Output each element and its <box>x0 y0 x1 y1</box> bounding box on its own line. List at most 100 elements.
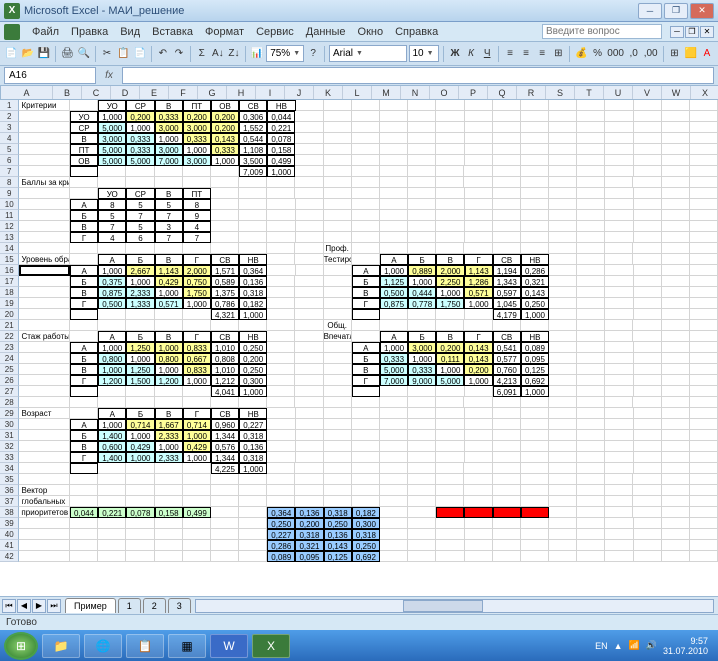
cell[interactable]: 0,136 <box>324 529 352 540</box>
col-header[interactable]: H <box>227 86 256 99</box>
cell[interactable] <box>465 221 493 232</box>
cell[interactable] <box>662 331 690 342</box>
cell[interactable]: 0,200 <box>239 353 267 364</box>
cell[interactable]: Г <box>464 254 492 265</box>
cell[interactable]: УО <box>98 100 126 111</box>
cell[interactable]: СР <box>70 122 98 133</box>
cell[interactable] <box>183 397 211 408</box>
cell[interactable] <box>436 463 464 474</box>
cell[interactable] <box>352 496 380 507</box>
row-header[interactable]: 2 <box>0 111 19 122</box>
cell[interactable] <box>295 155 323 166</box>
cell[interactable]: 0,143 <box>324 540 352 551</box>
cell[interactable] <box>324 386 352 397</box>
sum-icon[interactable]: Σ <box>195 45 209 63</box>
cell[interactable] <box>690 518 718 529</box>
cell[interactable] <box>605 254 633 265</box>
cell[interactable] <box>380 485 408 496</box>
cell[interactable] <box>324 232 352 243</box>
cell[interactable] <box>549 485 577 496</box>
cell[interactable] <box>662 298 690 309</box>
cell[interactable] <box>662 386 690 397</box>
cell[interactable]: ОВ <box>70 155 98 166</box>
cell[interactable] <box>436 100 464 111</box>
cell[interactable] <box>605 100 633 111</box>
cell[interactable] <box>634 518 662 529</box>
cell[interactable] <box>690 221 718 232</box>
cell[interactable] <box>19 133 70 144</box>
close-button[interactable]: ✕ <box>690 3 714 19</box>
cell[interactable] <box>239 243 267 254</box>
cell[interactable] <box>521 463 549 474</box>
cell[interactable] <box>436 551 464 562</box>
cell[interactable] <box>436 529 464 540</box>
cell[interactable]: 0,200 <box>436 342 464 353</box>
cell[interactable] <box>380 430 408 441</box>
cell[interactable] <box>493 166 521 177</box>
cell[interactable] <box>211 243 239 254</box>
cell[interactable] <box>493 122 521 133</box>
cell[interactable] <box>211 397 239 408</box>
cell[interactable] <box>155 463 183 474</box>
cell[interactable]: А <box>380 254 408 265</box>
cell[interactable] <box>577 408 605 419</box>
cell[interactable] <box>605 287 633 298</box>
cell[interactable] <box>549 353 577 364</box>
row-header[interactable]: 14 <box>0 243 19 254</box>
row-header[interactable]: 1 <box>0 100 19 111</box>
col-header[interactable]: C <box>82 86 111 99</box>
col-header[interactable]: V <box>633 86 662 99</box>
cell[interactable] <box>19 287 70 298</box>
cell[interactable] <box>662 199 690 210</box>
cell[interactable]: 0,250 <box>239 342 267 353</box>
cell[interactable] <box>296 452 324 463</box>
cell[interactable] <box>380 122 408 133</box>
cell[interactable]: В <box>352 287 380 298</box>
cell[interactable]: 5 <box>155 199 183 210</box>
cell[interactable] <box>577 265 605 276</box>
cell[interactable] <box>380 166 408 177</box>
cell[interactable] <box>155 485 183 496</box>
cell[interactable] <box>211 232 239 243</box>
row-header[interactable]: 8 <box>0 177 19 188</box>
cell[interactable]: СВ <box>493 331 521 342</box>
cell[interactable] <box>465 419 493 430</box>
cell[interactable] <box>295 309 323 320</box>
cell[interactable] <box>267 364 295 375</box>
cell[interactable]: 0,429 <box>126 441 154 452</box>
cell[interactable] <box>267 276 295 287</box>
cell[interactable] <box>577 177 605 188</box>
tab-next-icon[interactable]: ▶ <box>32 599 46 613</box>
cell[interactable] <box>352 210 380 221</box>
cell[interactable]: 0,318 <box>295 529 323 540</box>
cell[interactable]: 0,571 <box>464 287 492 298</box>
cell[interactable] <box>577 375 605 386</box>
cell[interactable] <box>662 320 690 331</box>
cell[interactable] <box>577 430 605 441</box>
cell[interactable] <box>605 540 633 551</box>
cell[interactable] <box>408 221 436 232</box>
cell[interactable]: 1,000 <box>155 342 183 353</box>
cell[interactable]: 0,136 <box>239 276 267 287</box>
cell[interactable]: 0,589 <box>211 276 239 287</box>
cell[interactable] <box>662 155 690 166</box>
cell[interactable] <box>19 474 70 485</box>
cell[interactable] <box>493 441 521 452</box>
cell[interactable] <box>577 309 605 320</box>
cell[interactable]: 7,000 <box>380 375 408 386</box>
cell[interactable] <box>211 177 239 188</box>
cell[interactable] <box>155 177 183 188</box>
cell[interactable]: 2,333 <box>155 452 183 463</box>
cell[interactable] <box>295 144 323 155</box>
cell[interactable] <box>408 408 436 419</box>
cell[interactable]: 1,000 <box>183 375 211 386</box>
cell[interactable] <box>436 177 464 188</box>
cell[interactable] <box>436 166 464 177</box>
menu-edit[interactable]: Правка <box>65 24 114 40</box>
cell[interactable] <box>605 309 633 320</box>
cell[interactable]: 5,000 <box>126 155 154 166</box>
cell[interactable] <box>324 265 352 276</box>
menu-insert[interactable]: Вставка <box>146 24 199 40</box>
cell[interactable] <box>408 199 436 210</box>
cell[interactable]: 1,000 <box>126 353 154 364</box>
